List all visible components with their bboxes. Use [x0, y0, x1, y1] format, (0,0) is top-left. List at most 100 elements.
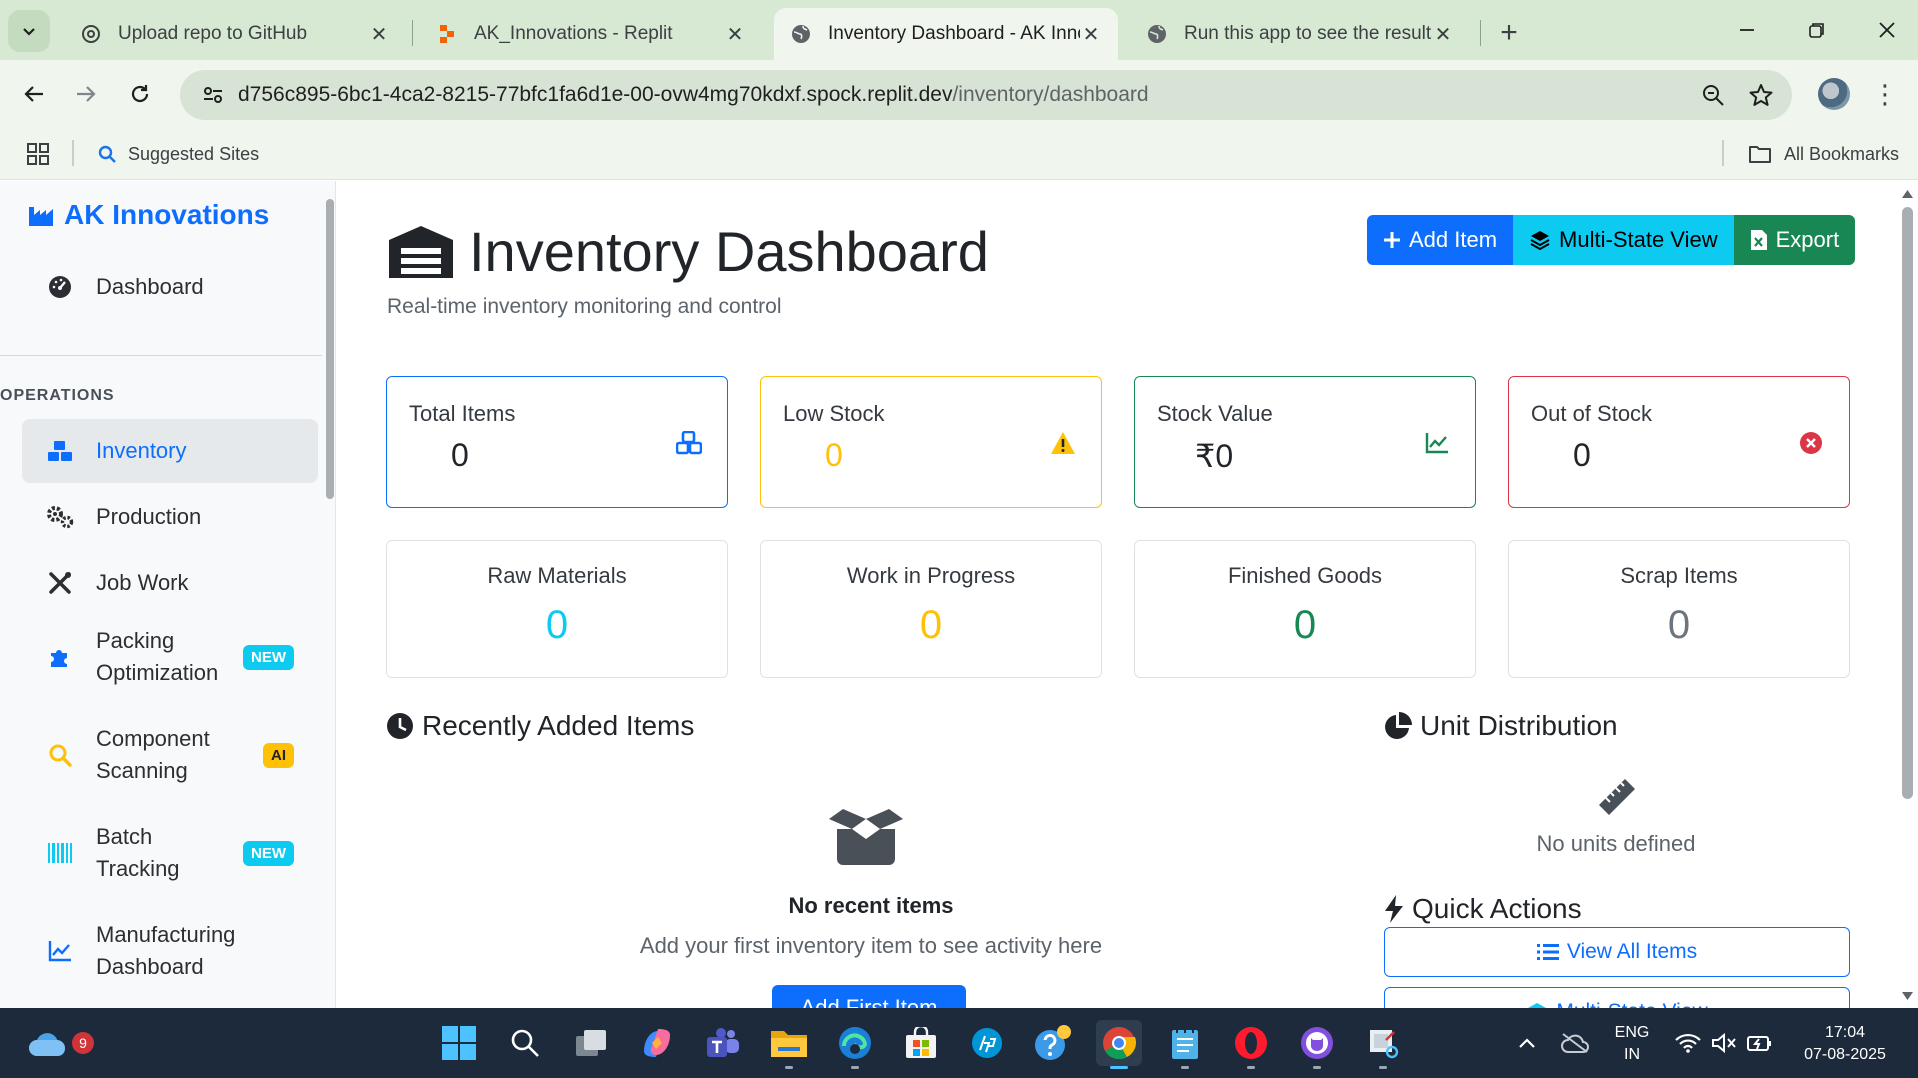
edge-button[interactable]	[832, 1020, 878, 1069]
bookmark-suggested-sites[interactable]: Suggested Sites	[98, 140, 259, 168]
add-first-item-button[interactable]: Add First Item	[772, 985, 966, 1008]
browser-tab-active[interactable]: Inventory Dashboard - AK Innov ✕	[774, 8, 1118, 60]
clock[interactable]: 17:04 07-08-2025	[1790, 1022, 1900, 1066]
sidebar-item-job-work[interactable]: Job Work	[22, 553, 318, 613]
forward-button[interactable]	[66, 74, 106, 114]
sidebar-item-packing-optimization[interactable]: Packing Optimization NEW	[22, 619, 318, 695]
sidebar-item-manufacturing-dashboard[interactable]: Manufacturing Dashboard	[22, 913, 318, 989]
battery-charging-icon	[1747, 1036, 1771, 1051]
browser-tab-4[interactable]: Run this app to see the results l ✕	[1130, 8, 1470, 60]
multi-state-quick-button[interactable]: Multi-State View	[1384, 987, 1850, 1008]
copilot-button[interactable]	[634, 1020, 680, 1066]
sidebar-item-label: Packing Optimization	[96, 628, 219, 685]
boxes-icon	[46, 440, 74, 462]
cloud-off-icon	[1561, 1033, 1589, 1053]
store-button[interactable]	[898, 1020, 944, 1066]
sidebar-item-label: Job Work	[96, 570, 189, 595]
teams-button[interactable]	[700, 1020, 746, 1066]
page-scroll-thumb[interactable]	[1902, 207, 1913, 799]
arrow-right-icon	[77, 86, 96, 102]
scroll-up-icon[interactable]	[1901, 189, 1914, 199]
region-code: IN	[1624, 1046, 1640, 1063]
new-tab-button[interactable]: +	[1492, 16, 1526, 50]
sidebar-item-batch-tracking[interactable]: Batch Tracking NEW	[22, 815, 318, 891]
sidebar-item-component-scanning[interactable]: Component Scanning AI	[22, 717, 318, 793]
stat-card-low-stock: Low Stock 0	[760, 376, 1102, 508]
sidebar-item-label: Manufacturing Dashboard	[96, 922, 236, 979]
back-button[interactable]	[14, 74, 54, 114]
sidebar-section-title: OPERATIONS	[0, 387, 115, 404]
close-window-button[interactable]	[1862, 10, 1912, 50]
zoom-icon[interactable]	[1696, 78, 1730, 112]
weather-widget[interactable]: 9	[24, 1020, 94, 1066]
task-view-button[interactable]	[568, 1020, 614, 1066]
chrome-button[interactable]	[1096, 1020, 1142, 1069]
button-label: Multi-State View	[1556, 1000, 1707, 1008]
export-button[interactable]: Export	[1733, 215, 1856, 265]
close-tab-icon[interactable]: ✕	[1432, 23, 1454, 46]
header-actions: Add Item Multi-State View Export	[1367, 215, 1856, 265]
show-hidden-icons-button[interactable]	[1504, 1020, 1550, 1066]
snipping-tool-button[interactable]	[1360, 1020, 1406, 1069]
apps-grid-icon[interactable]	[26, 142, 50, 166]
active-indicator	[1110, 1066, 1128, 1069]
tab-search-button[interactable]	[8, 10, 50, 52]
button-label: Multi-State View	[1559, 227, 1718, 252]
notepad-button[interactable]	[1162, 1020, 1208, 1069]
new-badge: NEW	[243, 644, 294, 670]
state-value: 0	[545, 603, 569, 647]
page-title: Inventory Dashboard	[387, 219, 989, 284]
close-tab-icon[interactable]: ✕	[724, 23, 746, 46]
page-scrollbar[interactable]	[1897, 181, 1918, 1008]
taskbar-search-button[interactable]	[502, 1020, 548, 1066]
bookmark-label: All Bookmarks	[1784, 143, 1900, 164]
sidebar-scrollbar[interactable]	[324, 181, 336, 1008]
quick-settings-button[interactable]	[1664, 1020, 1784, 1066]
site-info-icon[interactable]	[188, 70, 238, 120]
close-tab-icon[interactable]: ✕	[1080, 23, 1102, 46]
browser-tab-2[interactable]: AK_Innovations - Replit ✕	[420, 8, 762, 60]
bookmark-separator	[72, 140, 74, 166]
address-bar[interactable]: d756c895-6bc1-4ca2-8215-77bfc1fa6d1e-00-…	[180, 70, 1792, 120]
start-button[interactable]	[436, 1020, 482, 1066]
sidebar-scroll-thumb[interactable]	[326, 199, 334, 499]
url-text: d756c895-6bc1-4ca2-8215-77bfc1fa6d1e-00-…	[238, 83, 1149, 107]
button-label: View All Items	[1566, 940, 1698, 963]
minimize-button[interactable]	[1722, 10, 1772, 50]
button-label: Export	[1775, 227, 1840, 252]
tray-onedrive-button[interactable]	[1552, 1020, 1598, 1066]
brand-link[interactable]: AK Innovations	[28, 199, 269, 231]
sidebar-item-production[interactable]: Production	[22, 487, 318, 547]
browser-menu-icon[interactable]: ⋮	[1870, 76, 1900, 112]
restore-button[interactable]	[1792, 10, 1842, 50]
stat-label: Stock Value	[1157, 401, 1273, 426]
file-explorer-button[interactable]	[766, 1020, 812, 1069]
multi-state-view-button[interactable]: Multi-State View	[1513, 215, 1734, 265]
view-all-items-button[interactable]: View All Items	[1384, 927, 1850, 977]
running-indicator	[851, 1066, 859, 1069]
ai-badge: AI	[263, 742, 294, 768]
sidebar-item-dashboard[interactable]: Dashboard	[22, 257, 318, 317]
github-icon	[1301, 1027, 1333, 1059]
sidebar: AK Innovations Dashboard OPERATIONS Inve…	[0, 181, 336, 1008]
profile-avatar[interactable]	[1818, 78, 1850, 110]
opera-button[interactable]	[1228, 1020, 1274, 1069]
help-icon	[1035, 1025, 1071, 1060]
help-button[interactable]	[1030, 1020, 1076, 1066]
globe-icon	[1146, 23, 1168, 45]
close-tab-icon[interactable]: ✕	[368, 23, 390, 46]
all-bookmarks-button[interactable]: All Bookmarks	[1748, 140, 1899, 168]
scroll-down-icon[interactable]	[1901, 991, 1914, 1001]
url-host: d756c895-6bc1-4ca2-8215-77bfc1fa6d1e-00-…	[238, 83, 953, 106]
hp-button[interactable]	[964, 1020, 1010, 1066]
bolt-icon	[1385, 895, 1403, 923]
restore-icon	[1809, 23, 1824, 38]
language-indicator[interactable]: ENG IN	[1600, 1022, 1664, 1066]
github-desktop-button[interactable]	[1294, 1020, 1340, 1069]
chart-pie-icon	[1385, 712, 1412, 739]
sidebar-item-inventory[interactable]: Inventory	[22, 419, 318, 483]
add-item-button[interactable]: Add Item	[1367, 215, 1514, 265]
browser-tab-1[interactable]: Upload repo to GitHub ✕	[64, 8, 406, 60]
bookmark-star-icon[interactable]	[1744, 78, 1778, 112]
reload-button[interactable]	[120, 74, 160, 114]
